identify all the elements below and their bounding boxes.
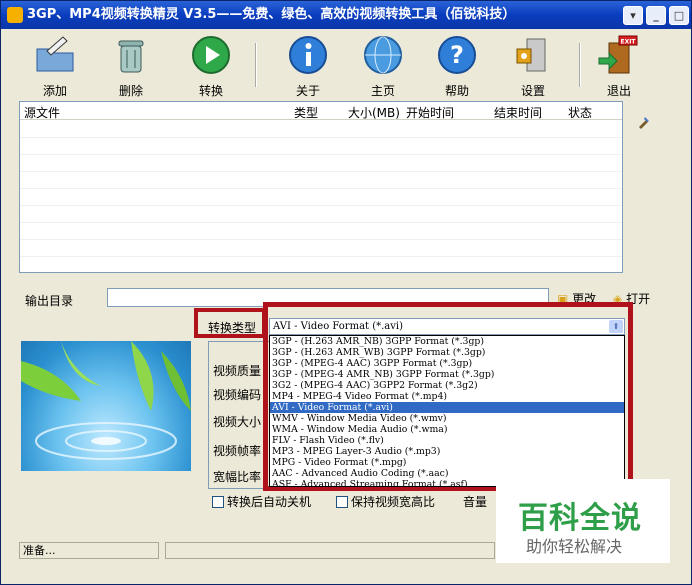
format-option[interactable]: AVI - Video Format (*.avi) xyxy=(270,402,624,413)
file-list-header: 源文件 类型 大小(MB) 开始时间 结束时间 状态 xyxy=(20,102,622,120)
convert-label: 转换 xyxy=(198,84,223,98)
home-label: 主页 xyxy=(370,84,395,98)
convert-button[interactable]: 转换 xyxy=(179,33,243,99)
close-button[interactable]: □ xyxy=(669,6,689,25)
help-label: 帮助 xyxy=(444,84,469,98)
add-button[interactable]: 添加 xyxy=(23,33,87,99)
row-gridline xyxy=(20,137,622,138)
format-option[interactable]: WMA - Window Media Audio (*.wma) xyxy=(270,424,624,435)
video-quality-label: 视频质量 xyxy=(213,364,262,378)
help-icon: ? xyxy=(438,36,476,74)
format-option[interactable]: FLV - Flash Video (*.flv) xyxy=(270,435,624,446)
row-gridline xyxy=(20,154,622,155)
water-lotus-image xyxy=(21,341,191,471)
settings-icon xyxy=(516,38,546,72)
folder-add-icon xyxy=(36,36,74,72)
format-option[interactable]: MP3 - MPEG Layer-3 Audio (*.mp3) xyxy=(270,446,624,457)
auto-shutdown-label: 转换后自动关机 xyxy=(227,495,312,509)
watermark-subtitle: 助你轻松解决 xyxy=(526,537,623,556)
info-icon xyxy=(289,36,327,74)
format-dropdown-list[interactable]: 3GP - (H.263 AMR_NB) 3GPP Format (*.3gp)… xyxy=(269,335,625,487)
delete-label: 删除 xyxy=(118,84,143,98)
format-option[interactable]: AAC - Advanced Audio Coding (*.aac) xyxy=(270,468,624,479)
minimize-button[interactable]: _ xyxy=(646,6,666,25)
format-option[interactable]: 3GP - (H.263 AMR_NB) 3GPP Format (*.3gp) xyxy=(270,336,624,347)
volume-label: 音量 xyxy=(463,495,488,509)
row-gridline xyxy=(20,188,622,189)
format-option[interactable]: MP4 - MPEG-4 Video Format (*.mp4) xyxy=(270,391,624,402)
output-dir-label: 输出目录 xyxy=(25,294,74,308)
row-gridline xyxy=(20,171,622,172)
column-start-time[interactable]: 开始时间 xyxy=(406,104,454,121)
row-gridline xyxy=(20,256,622,257)
svg-text:EXIT: EXIT xyxy=(620,39,636,46)
column-status[interactable]: 状态 xyxy=(568,104,592,121)
help-button[interactable]: ? 帮助 xyxy=(425,33,489,99)
exit-label: 退出 xyxy=(606,84,631,98)
conversion-type-highlight: 转换类型 xyxy=(194,308,266,338)
video-codec-label: 视频编码 xyxy=(213,388,262,402)
format-select[interactable]: AVI - Video Format (*.avi) ⇕ xyxy=(269,318,625,335)
volume-option[interactable]: 音量 xyxy=(463,493,487,510)
conversion-type-label: 转换类型 xyxy=(208,321,257,335)
toolbar-separator xyxy=(579,43,581,87)
exit-door-icon: EXIT xyxy=(598,35,638,74)
app-window: 3GP、MP4视频转换精灵 V3.5——免费、绿色、高效的视频转换工具（佰锐科技… xyxy=(0,0,692,585)
column-end-time[interactable]: 结束时间 xyxy=(494,104,542,121)
watermark: 百科全说 助你轻松解决 xyxy=(496,479,670,563)
toolbar: 添加 删除 转换 关于 主页 ? 帮助 设置 EXIT 退出 xyxy=(1,29,691,99)
row-gridline xyxy=(20,205,622,206)
keep-aspect-checkbox[interactable] xyxy=(336,495,348,508)
auto-shutdown-option[interactable]: 转换后自动关机 xyxy=(212,493,311,510)
format-option[interactable]: WMV - Window Media Video (*.wmv) xyxy=(270,413,624,424)
app-icon xyxy=(7,7,23,23)
file-list[interactable]: 源文件 类型 大小(MB) 开始时间 结束时间 状态 xyxy=(19,101,623,273)
format-option[interactable]: 3G2 - (MPEG-4 AAC) 3GPP2 Format (*.3g2) xyxy=(270,380,624,391)
format-option[interactable]: 3GP - (H.263 AMR_WB) 3GPP Format (*.3gp) xyxy=(270,347,624,358)
settings-label: 设置 xyxy=(520,84,545,98)
about-label: 关于 xyxy=(295,84,320,98)
window-title: 3GP、MP4视频转换精灵 V3.5——免费、绿色、高效的视频转换工具（佰锐科技… xyxy=(27,7,516,22)
video-size-label: 视频大小 xyxy=(213,415,262,429)
trash-icon xyxy=(118,40,144,73)
water-leaves-illustration xyxy=(21,341,191,460)
tools-icon[interactable] xyxy=(637,115,651,129)
about-button[interactable]: 关于 xyxy=(276,33,340,99)
status-text: 准备... xyxy=(19,542,159,559)
keep-aspect-option[interactable]: 保持视频宽高比 xyxy=(336,493,435,510)
column-source[interactable]: 源文件 xyxy=(24,104,60,121)
format-option[interactable]: 3GP - (MPEG-4 AAC) 3GPP Format (*.3gp) xyxy=(270,358,624,369)
chevron-down-icon[interactable]: ⇕ xyxy=(609,320,623,333)
format-option[interactable]: 3GP - (MPEG-4 AMR_NB) 3GPP Format (*.3gp… xyxy=(270,369,624,380)
aspect-ratio-label: 宽幅比率 xyxy=(213,470,262,484)
watermark-title: 百科全说 xyxy=(518,501,642,536)
row-gridline xyxy=(20,239,622,240)
add-label: 添加 xyxy=(42,84,67,98)
restore-button[interactable]: ▾ xyxy=(623,6,643,25)
title-bar[interactable]: 3GP、MP4视频转换精灵 V3.5——免费、绿色、高效的视频转换工具（佰锐科技… xyxy=(1,1,691,29)
row-gridline xyxy=(20,222,622,223)
settings-button[interactable]: 设置 xyxy=(501,33,565,99)
video-framerate-label: 视频帧率 xyxy=(213,444,262,458)
auto-shutdown-checkbox[interactable] xyxy=(212,495,224,508)
exit-button[interactable]: EXIT 退出 xyxy=(587,33,651,99)
column-size[interactable]: 大小(MB) xyxy=(348,104,400,121)
format-option[interactable]: MPG - Video Format (*.mpg) xyxy=(270,457,624,468)
progress-bar xyxy=(165,542,495,559)
toolbar-separator xyxy=(255,43,257,87)
globe-icon xyxy=(364,36,402,74)
column-type[interactable]: 类型 xyxy=(294,104,318,121)
play-icon xyxy=(192,36,230,74)
format-select-value: AVI - Video Format (*.avi) xyxy=(273,321,404,332)
svg-text:?: ? xyxy=(450,41,464,69)
delete-button[interactable]: 删除 xyxy=(99,33,163,99)
keep-aspect-label: 保持视频宽高比 xyxy=(351,495,436,509)
home-button[interactable]: 主页 xyxy=(351,33,415,99)
